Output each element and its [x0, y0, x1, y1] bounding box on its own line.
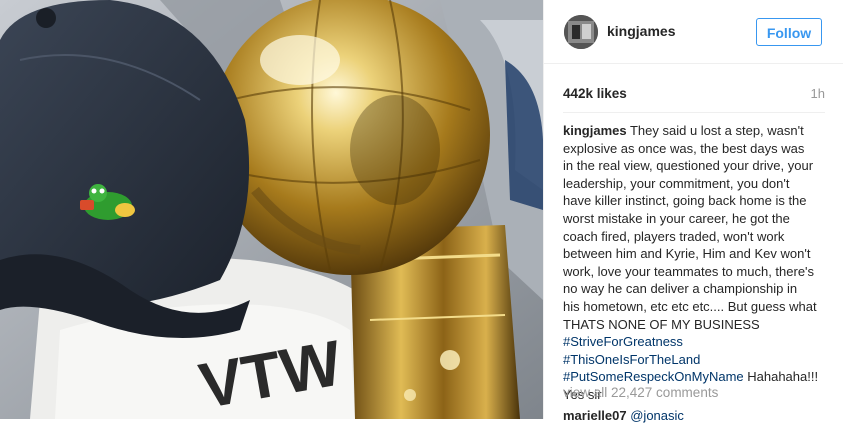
hashtag-link[interactable]: #ThisOneIsForTheLand — [563, 352, 700, 367]
follow-button[interactable]: Follow — [756, 18, 822, 46]
post-stats: 442k likes 1h — [563, 86, 825, 104]
view-all-comments-link[interactable]: view all 22,427 comments — [563, 385, 718, 400]
post-caption: kingjames They said u lost a step, wasn'… — [563, 122, 829, 404]
caption-line: coach fired, players traded, won't work — [563, 228, 785, 244]
comment-item: marielle07 @jonasic — [563, 408, 684, 423]
caption-line: have killer instinct, going back home is… — [563, 193, 807, 209]
caption-line: no way he can deliver a championship in — [563, 281, 798, 297]
caption-line: kingjames They said u lost a step, wasn'… — [563, 122, 829, 140]
caption-line: his hometown, etc etc etc.... But guess … — [563, 298, 817, 314]
comment-username[interactable]: marielle07 — [563, 408, 627, 423]
caption-line: #ThisOneIsForTheLand — [563, 351, 829, 369]
likes-count[interactable]: 442k likes — [563, 86, 627, 101]
caption-username[interactable]: kingjames — [563, 123, 627, 138]
comment-mention-link[interactable]: @jonasic — [630, 408, 684, 423]
divider — [563, 112, 825, 113]
avatar-image-icon — [564, 15, 598, 49]
caption-line: in the real view, questioned your drive,… — [563, 158, 814, 174]
post-photo[interactable]: VTW — [0, 0, 543, 419]
caption-line: THATS NONE OF MY BUSINESS — [563, 316, 760, 332]
post-header: kingjames Follow — [544, 0, 843, 64]
caption-line: worst mistake in your career, he got the — [563, 210, 790, 226]
caption-line: between him and Kyrie, Him and Kev won't — [563, 246, 811, 262]
caption-text: They said u lost a step, wasn't — [629, 123, 804, 138]
caption-line: leadership, your commitment, you don't — [563, 175, 790, 191]
caption-line: #StriveForGreatness — [563, 333, 829, 351]
hashtag-link[interactable]: #PutSomeRespeckOnMyName — [563, 369, 744, 384]
caption-line: #PutSomeRespeckOnMyName Hahahaha!!! — [563, 368, 829, 386]
author-username[interactable]: kingjames — [607, 23, 675, 39]
caption-line: work, love your teammates to much, there… — [563, 263, 815, 279]
hashtag-link[interactable]: #StriveForGreatness — [563, 334, 683, 349]
post-image: VTW — [0, 0, 543, 419]
instagram-post: VTW kingjames Follow 442k likes 1h kingj… — [0, 0, 843, 423]
caption-text: Hahahaha!!! — [743, 369, 819, 385]
post-age[interactable]: 1h — [811, 86, 825, 101]
post-sidebar: kingjames Follow 442k likes 1h kingjames… — [543, 0, 843, 423]
avatar[interactable] — [564, 15, 598, 49]
caption-line: explosive as once was, the best days was — [563, 140, 805, 156]
